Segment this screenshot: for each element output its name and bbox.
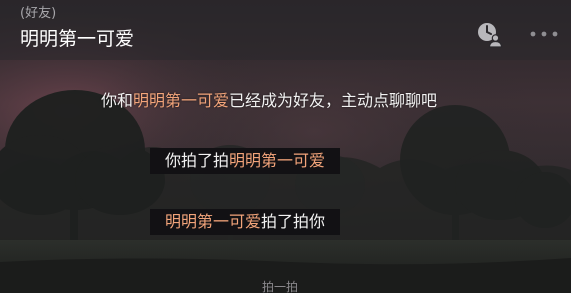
notice-text-before: 你和 [101,91,134,110]
more-dots-icon[interactable] [528,26,560,42]
friend-added-notice: 你和明明第一可爱已经成为好友，主动点聊聊吧 [101,90,437,112]
chat-screen: (好友) 明明第一可爱 你和明明第一可爱已经成为好友，主动点聊聊吧 你拍了拍明明… [0,0,571,293]
notice-text-after: 已经成为好友，主动点聊聊吧 [229,91,438,110]
pat-message: 明明第一可爱拍了拍你 [150,209,341,235]
pat-actor-nickname[interactable]: 明明第一可爱 [165,212,261,231]
pat-target-nickname[interactable]: 明明第一可爱 [229,151,325,170]
chat-header: (好友) 明明第一可爱 [0,0,571,60]
pat-actor-text: 你拍了拍 [165,151,230,170]
pat-action-text: 拍了拍你 [261,212,326,231]
notice-nickname[interactable]: 明明第一可爱 [133,91,229,110]
bottom-hint-text: 拍一拍 [262,280,299,293]
chat-title: 明明第一可爱 [20,28,135,50]
person-clock-icon[interactable] [476,21,503,48]
contact-type-tag: (好友) [20,6,57,21]
pat-message: 你拍了拍明明第一可爱 [150,148,341,174]
